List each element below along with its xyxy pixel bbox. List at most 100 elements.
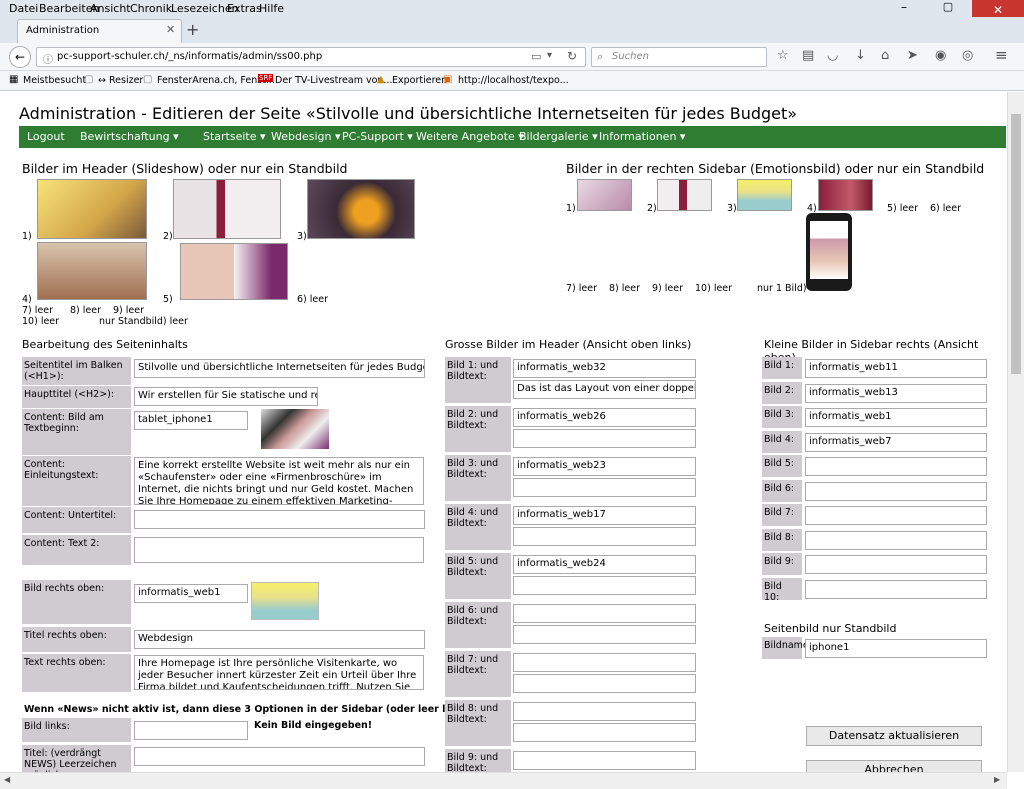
kleine-bild-input[interactable]	[805, 530, 987, 550]
kleine-bild-input[interactable]	[805, 579, 987, 599]
header-thumb-2[interactable]	[173, 179, 281, 239]
close-tab-icon[interactable]: ✕	[166, 23, 175, 36]
hamburger-menu-icon[interactable]: ≡	[995, 46, 1008, 64]
grosse-bildtext-input[interactable]	[513, 527, 696, 546]
kleine-bild-input[interactable]: informatis_web1	[805, 408, 987, 427]
kleine-bild-input[interactable]: informatis_web7	[805, 432, 987, 452]
info-icon[interactable]: ⓘ	[43, 51, 53, 66]
bookmark-meistbesucht[interactable]: Meistbesucht	[23, 75, 86, 86]
back-arrow-icon[interactable]: ←	[9, 46, 31, 68]
nav-webdesign[interactable]: Webdesign ▾	[271, 130, 341, 143]
sidebar-thumb-2[interactable]	[657, 179, 712, 211]
bookmark-localhost[interactable]: http://localhost/texpo...	[458, 75, 569, 86]
header-thumb-5[interactable]	[180, 243, 288, 300]
home-icon[interactable]: ⌂	[881, 48, 889, 63]
titel-news-input[interactable]	[134, 747, 425, 766]
vertical-scrollbar[interactable]	[1007, 92, 1024, 772]
text-rechts-textarea[interactable]: Ihre Homepage ist Ihre persönliche Visit…	[134, 655, 424, 690]
vertical-scroll-thumb[interactable]	[1011, 114, 1021, 374]
sidebar-phone-image[interactable]	[806, 213, 852, 291]
grosse-bildtext-input[interactable]	[513, 478, 696, 497]
grosse-bild-input[interactable]: informatis_web23	[513, 457, 696, 476]
sidebar-thumb-3[interactable]	[737, 179, 792, 211]
menu-ansicht[interactable]: Ansicht	[90, 2, 131, 15]
site-nav: Logout Bewirtschaftung ▾ Startseite ▾ We…	[19, 126, 1006, 148]
grosse-bild-input[interactable]	[513, 653, 696, 672]
grosse-bildtext-input[interactable]	[513, 625, 696, 644]
update-button[interactable]: Datensatz aktualisieren	[806, 726, 982, 746]
nav-pc-support[interactable]: PC-Support ▾	[342, 130, 413, 143]
bookmark-exportieren[interactable]: Exportieren	[392, 75, 447, 86]
grosse-bild-input[interactable]	[513, 751, 696, 770]
horizontal-scrollbar[interactable]: ◀ ▶	[0, 772, 1007, 789]
kleine-bild-input[interactable]	[805, 506, 987, 525]
scroll-left-icon[interactable]: ◀	[4, 775, 10, 784]
nav-bildergalerie[interactable]: Bildergalerie ▾	[519, 130, 598, 143]
clipboard-icon[interactable]: ▤	[802, 48, 814, 63]
nav-weitere-angebote[interactable]: Weitere Angebote ▾	[416, 130, 524, 143]
header-label-9: 9) leer	[113, 305, 145, 316]
nav-informationen[interactable]: Informationen ▾	[599, 130, 685, 143]
grosse-bildtext-input[interactable]	[513, 429, 696, 448]
scroll-right-icon[interactable]: ▶	[994, 775, 1000, 784]
bild-textbeginn-input[interactable]: tablet_iphone1	[134, 411, 248, 430]
tab-administration[interactable]: Administration ✕	[17, 19, 182, 43]
bildname-input[interactable]: iphone1	[805, 639, 987, 658]
header-thumb-1[interactable]	[37, 179, 147, 239]
menu-chronik[interactable]: Chronik	[130, 2, 172, 15]
menu-datei[interactable]: Datei	[9, 2, 38, 15]
sidebar-thumb-1[interactable]	[577, 179, 632, 211]
content-section-heading: Bearbeitung des Seiteninhalts	[22, 338, 188, 351]
header-thumb-4[interactable]	[37, 242, 147, 300]
grosse-bild-input[interactable]	[513, 702, 696, 721]
bookmark-resizer[interactable]: ↔ Resizer	[98, 75, 143, 86]
header-label-standbild: nur Standbild) leer	[99, 316, 188, 327]
grosse-bild-input[interactable]	[513, 604, 696, 623]
grosse-bildtext-input[interactable]	[513, 723, 696, 742]
reader-icon[interactable]: ▭	[531, 50, 541, 63]
sidebar-thumb-4[interactable]	[818, 179, 873, 211]
grosse-bild-input[interactable]: informatis_web24	[513, 555, 696, 574]
nav-bewirtschaftung[interactable]: Bewirtschaftung ▾	[80, 130, 179, 143]
nav-startseite[interactable]: Startseite ▾	[203, 130, 266, 143]
kleine-bild-input[interactable]	[805, 555, 987, 574]
untertitel-input[interactable]	[134, 510, 425, 529]
dropdown-icon[interactable]: ▾	[547, 50, 552, 61]
grosse-bildtext-input[interactable]: Das ist das Layout von einer doppelten '	[513, 380, 696, 399]
header-thumb-3[interactable]	[307, 179, 415, 239]
haupttitel-input[interactable]: Wir erstellen für Sie statische und resp	[134, 387, 318, 406]
kleine-bild-input[interactable]: informatis_web11	[805, 359, 987, 378]
kleine-bild-label: Bild 6:	[762, 479, 802, 502]
cancel-button[interactable]: Abbrechen	[806, 760, 982, 772]
grosse-bild-input[interactable]: informatis_web17	[513, 506, 696, 525]
einleitungstext-textarea[interactable]: Eine korrekt erstellte Website ist weit …	[134, 457, 424, 505]
download-icon[interactable]: ↓	[855, 48, 866, 63]
menu-extras[interactable]: Extras	[227, 2, 262, 15]
text2-textarea[interactable]	[134, 537, 424, 563]
firefox-icon[interactable]: ◎	[962, 48, 973, 63]
kleine-bild-label: Bild 8:	[762, 528, 802, 551]
nav-logout[interactable]: Logout	[27, 130, 65, 143]
search-box[interactable]: ⌕ Suchen	[591, 47, 767, 67]
pocket-icon[interactable]: ◡	[827, 48, 838, 63]
bookmark-tv-livestream[interactable]: Der TV-Livestream von...	[275, 75, 392, 86]
grosse-bildtext-input[interactable]	[513, 674, 696, 693]
send-icon[interactable]: ➤	[907, 48, 918, 63]
menu-hilfe[interactable]: Hilfe	[259, 2, 284, 15]
reload-icon[interactable]: ↻	[567, 49, 577, 63]
titel-rechts-input[interactable]: Webdesign	[134, 630, 425, 649]
grosse-bild-input[interactable]: informatis_web32	[513, 359, 696, 378]
kleine-bild-input[interactable]	[805, 457, 987, 476]
kleine-bild-input[interactable]	[805, 481, 987, 501]
star-icon[interactable]: ☆	[777, 48, 789, 63]
url-bar[interactable]: ⓘ pc-support-schuler.ch/_ns/informatis/a…	[36, 47, 586, 67]
header-label-7: 7) leer	[22, 305, 54, 316]
new-tab-icon[interactable]: +	[186, 20, 199, 39]
seitentitel-input[interactable]: Stilvolle und übersichtliche Internetsei…	[134, 359, 425, 378]
kleine-bild-input[interactable]: informatis_web13	[805, 383, 987, 403]
grosse-bildtext-input[interactable]	[513, 576, 696, 595]
addon-icon[interactable]: ◉	[935, 48, 946, 63]
grosse-bild-input[interactable]: informatis_web26	[513, 408, 696, 427]
bild-links-input[interactable]	[134, 721, 248, 740]
bild-rechts-input[interactable]: informatis_web1	[134, 584, 248, 603]
